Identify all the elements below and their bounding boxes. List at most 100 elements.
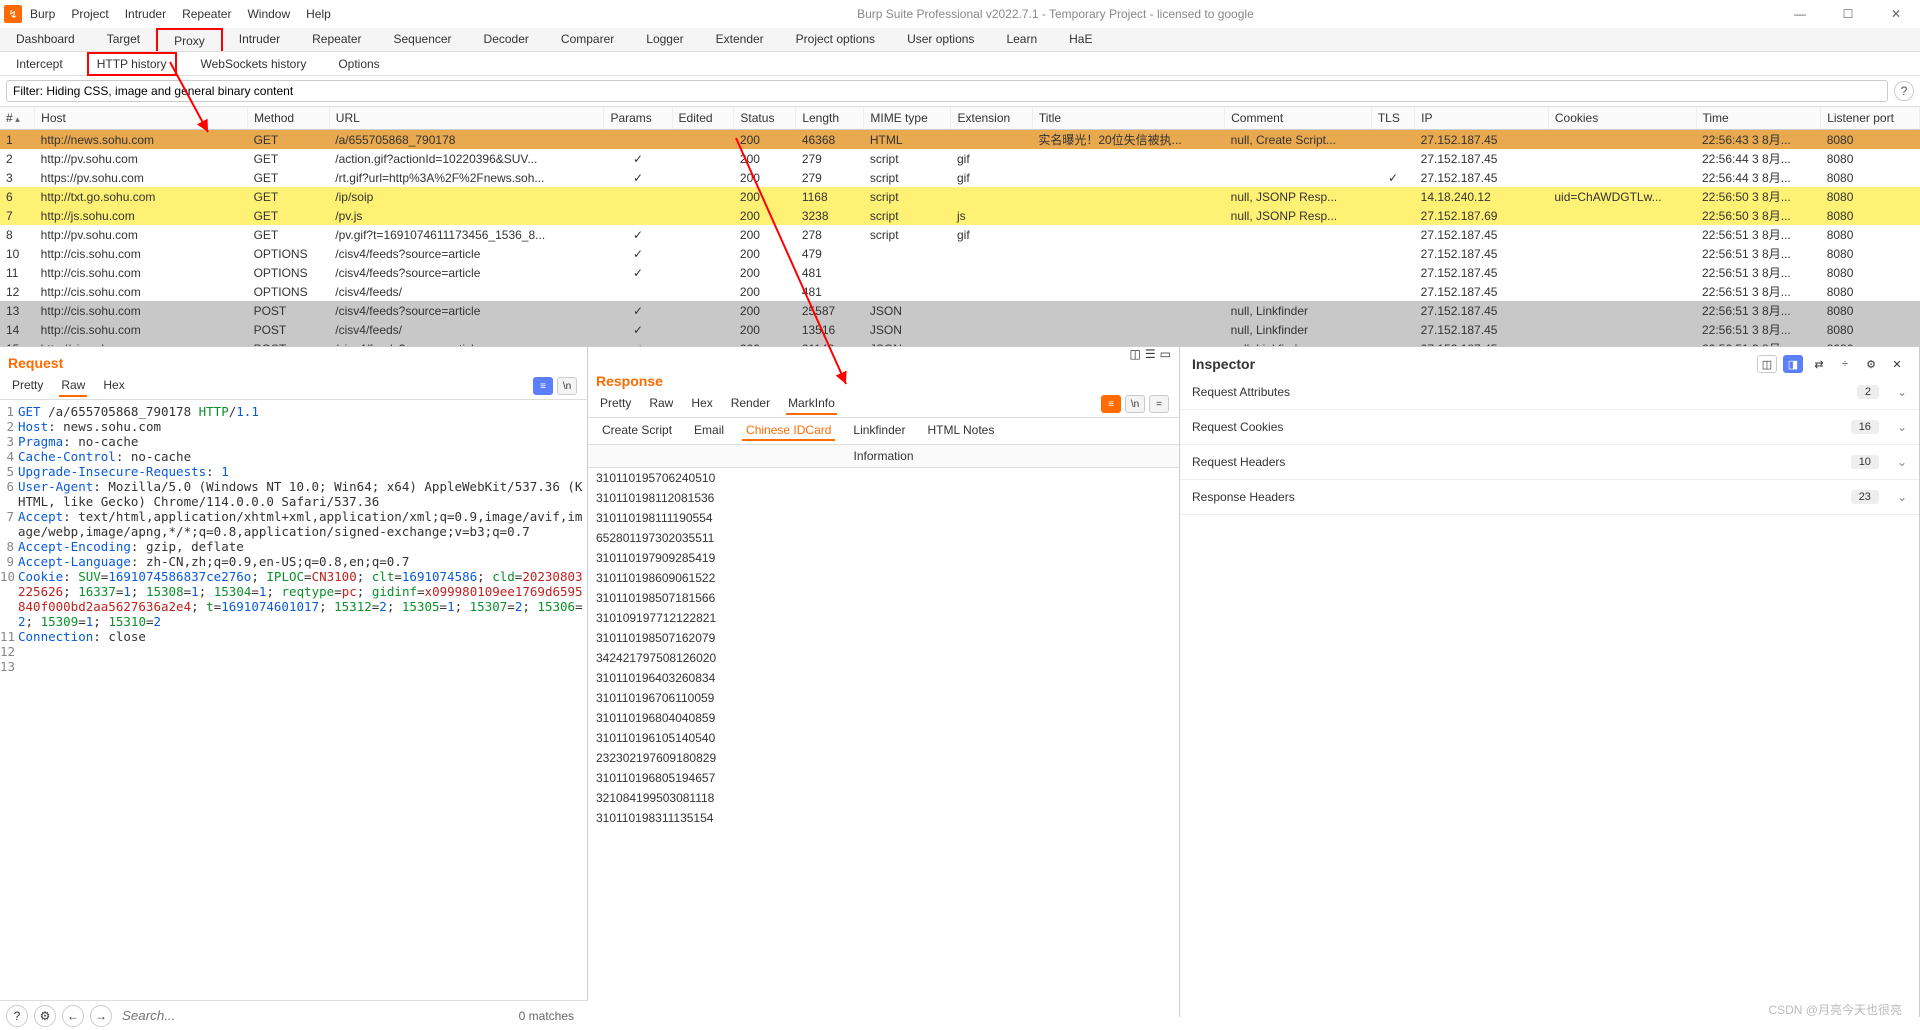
column-header[interactable]: Time: [1696, 107, 1821, 130]
menu-window[interactable]: Window: [247, 7, 290, 21]
list-item[interactable]: 232302197609180829: [588, 748, 1179, 768]
request-tab-pretty[interactable]: Pretty: [10, 375, 45, 397]
response-tab-render[interactable]: Render: [729, 393, 772, 415]
response-tab-hex[interactable]: Hex: [689, 393, 714, 415]
newline-icon[interactable]: \n: [1125, 395, 1145, 413]
column-header[interactable]: IP: [1415, 107, 1549, 130]
layout-b-icon[interactable]: ◨: [1783, 355, 1803, 373]
subtab-options[interactable]: Options: [330, 54, 387, 74]
response-subtab-chinese-idcard[interactable]: Chinese IDCard: [742, 421, 835, 441]
table-row[interactable]: 3https://pv.sohu.comGET/rt.gif?url=http%…: [0, 168, 1920, 187]
search-input[interactable]: [118, 1004, 513, 1027]
layout-single-icon[interactable]: ▭: [1160, 347, 1171, 361]
subtab-http-history[interactable]: HTTP history: [87, 52, 177, 76]
column-header[interactable]: Status: [734, 107, 796, 130]
table-row[interactable]: 8http://pv.sohu.comGET/pv.gif?t=16910746…: [0, 225, 1920, 244]
column-header[interactable]: Cookies: [1548, 107, 1696, 130]
menu-repeater[interactable]: Repeater: [182, 7, 231, 21]
list-item[interactable]: 310110196706110059: [588, 688, 1179, 708]
list-item[interactable]: 342421797508126020: [588, 648, 1179, 668]
divide-icon[interactable]: ÷: [1835, 355, 1855, 373]
column-header[interactable]: Listener port: [1821, 107, 1920, 130]
response-subtab-create-script[interactable]: Create Script: [598, 421, 676, 441]
table-row[interactable]: 2http://pv.sohu.comGET/action.gif?action…: [0, 149, 1920, 168]
inspector-row[interactable]: Request Cookies16⌄: [1180, 410, 1919, 445]
menu-project[interactable]: Project: [71, 7, 108, 21]
column-header[interactable]: Extension: [951, 107, 1032, 130]
column-header[interactable]: Title: [1032, 107, 1224, 130]
subtab-intercept[interactable]: Intercept: [8, 54, 71, 74]
menu-burp[interactable]: Burp: [30, 7, 55, 21]
response-tab-raw[interactable]: Raw: [647, 393, 675, 415]
tab-proxy[interactable]: Proxy: [156, 28, 223, 51]
list-item[interactable]: 310110196804040859: [588, 708, 1179, 728]
newline-icon[interactable]: \n: [557, 377, 577, 395]
close-button[interactable]: ✕: [1876, 7, 1916, 21]
request-tab-raw[interactable]: Raw: [59, 375, 87, 397]
tab-comparer[interactable]: Comparer: [545, 28, 630, 51]
info-list[interactable]: 3101101957062405103101101981120815363101…: [588, 468, 1179, 1017]
next-icon[interactable]: →: [90, 1005, 112, 1027]
list-item[interactable]: 310110195706240510: [588, 468, 1179, 488]
column-header[interactable]: URL: [329, 107, 604, 130]
tab-repeater[interactable]: Repeater: [296, 28, 377, 51]
help-icon[interactable]: ?: [6, 1005, 28, 1027]
inspector-row[interactable]: Response Headers23⌄: [1180, 480, 1919, 515]
tab-learn[interactable]: Learn: [990, 28, 1053, 51]
minimize-button[interactable]: —: [1780, 7, 1820, 21]
tab-decoder[interactable]: Decoder: [468, 28, 545, 51]
table-row[interactable]: 14http://cis.sohu.comPOST/cisv4/feeds/✓2…: [0, 320, 1920, 339]
response-subtab-linkfinder[interactable]: Linkfinder: [849, 421, 909, 441]
layout-rows-icon[interactable]: ☰: [1145, 347, 1156, 361]
tab-hae[interactable]: HaE: [1053, 28, 1108, 51]
settings-icon[interactable]: ⚙: [34, 1005, 56, 1027]
table-row[interactable]: 12http://cis.sohu.comOPTIONS/cisv4/feeds…: [0, 282, 1920, 301]
table-row[interactable]: 11http://cis.sohu.comOPTIONS/cisv4/feeds…: [0, 263, 1920, 282]
gear-icon[interactable]: ⚙: [1861, 355, 1881, 373]
tab-logger[interactable]: Logger: [630, 28, 699, 51]
list-item[interactable]: 321084199503081118: [588, 788, 1179, 808]
column-header[interactable]: #: [0, 107, 35, 130]
tab-extender[interactable]: Extender: [700, 28, 780, 51]
column-header[interactable]: Length: [796, 107, 864, 130]
filter-input[interactable]: [6, 80, 1888, 102]
column-header[interactable]: Edited: [672, 107, 734, 130]
column-header[interactable]: Method: [248, 107, 330, 130]
inspector-row[interactable]: Request Headers10⌄: [1180, 445, 1919, 480]
table-row[interactable]: 10http://cis.sohu.comOPTIONS/cisv4/feeds…: [0, 244, 1920, 263]
table-row[interactable]: 6http://txt.go.sohu.comGET/ip/soip200116…: [0, 187, 1920, 206]
list-item[interactable]: 310110196403260834: [588, 668, 1179, 688]
maximize-button[interactable]: ☐: [1828, 7, 1868, 21]
filter-icon[interactable]: ⇄: [1809, 355, 1829, 373]
table-row[interactable]: 13http://cis.sohu.comPOST/cisv4/feeds?so…: [0, 301, 1920, 320]
list-item[interactable]: 310110198111190554: [588, 508, 1179, 528]
table-row[interactable]: 7http://js.sohu.comGET/pv.js2003238scrip…: [0, 206, 1920, 225]
response-subtab-html-notes[interactable]: HTML Notes: [923, 421, 998, 441]
help-icon[interactable]: ?: [1894, 81, 1914, 101]
tab-user-options[interactable]: User options: [891, 28, 990, 51]
table-row[interactable]: 15http://cis.sohu.comPOST/cisv4/feeds?so…: [0, 339, 1920, 347]
column-header[interactable]: Params: [604, 107, 672, 130]
menu-intruder[interactable]: Intruder: [125, 7, 166, 21]
column-header[interactable]: TLS: [1371, 107, 1414, 130]
response-tab-pretty[interactable]: Pretty: [598, 393, 633, 415]
close-icon[interactable]: ✕: [1887, 355, 1907, 373]
list-item[interactable]: 310110198311135154: [588, 808, 1179, 828]
list-item[interactable]: 310110198507162079: [588, 628, 1179, 648]
list-item[interactable]: 652801197302035511: [588, 528, 1179, 548]
response-subtab-email[interactable]: Email: [690, 421, 728, 441]
list-item[interactable]: 310110196805194657: [588, 768, 1179, 788]
list-item[interactable]: 310110198112081536: [588, 488, 1179, 508]
view-icon[interactable]: ≡: [1101, 395, 1121, 413]
list-item[interactable]: 310110197909285419: [588, 548, 1179, 568]
tab-sequencer[interactable]: Sequencer: [378, 28, 468, 51]
list-item[interactable]: 310110196105140540: [588, 728, 1179, 748]
response-tab-markinfo[interactable]: MarkInfo: [786, 393, 837, 415]
menu-help[interactable]: Help: [306, 7, 331, 21]
request-tab-hex[interactable]: Hex: [101, 375, 126, 397]
request-body[interactable]: 1GET /a/655705868_790178 HTTP/1.12Host: …: [0, 400, 587, 1017]
column-header[interactable]: MIME type: [864, 107, 951, 130]
layout-columns-icon[interactable]: ◫: [1130, 347, 1141, 361]
tab-project-options[interactable]: Project options: [780, 28, 891, 51]
tab-dashboard[interactable]: Dashboard: [0, 28, 91, 51]
